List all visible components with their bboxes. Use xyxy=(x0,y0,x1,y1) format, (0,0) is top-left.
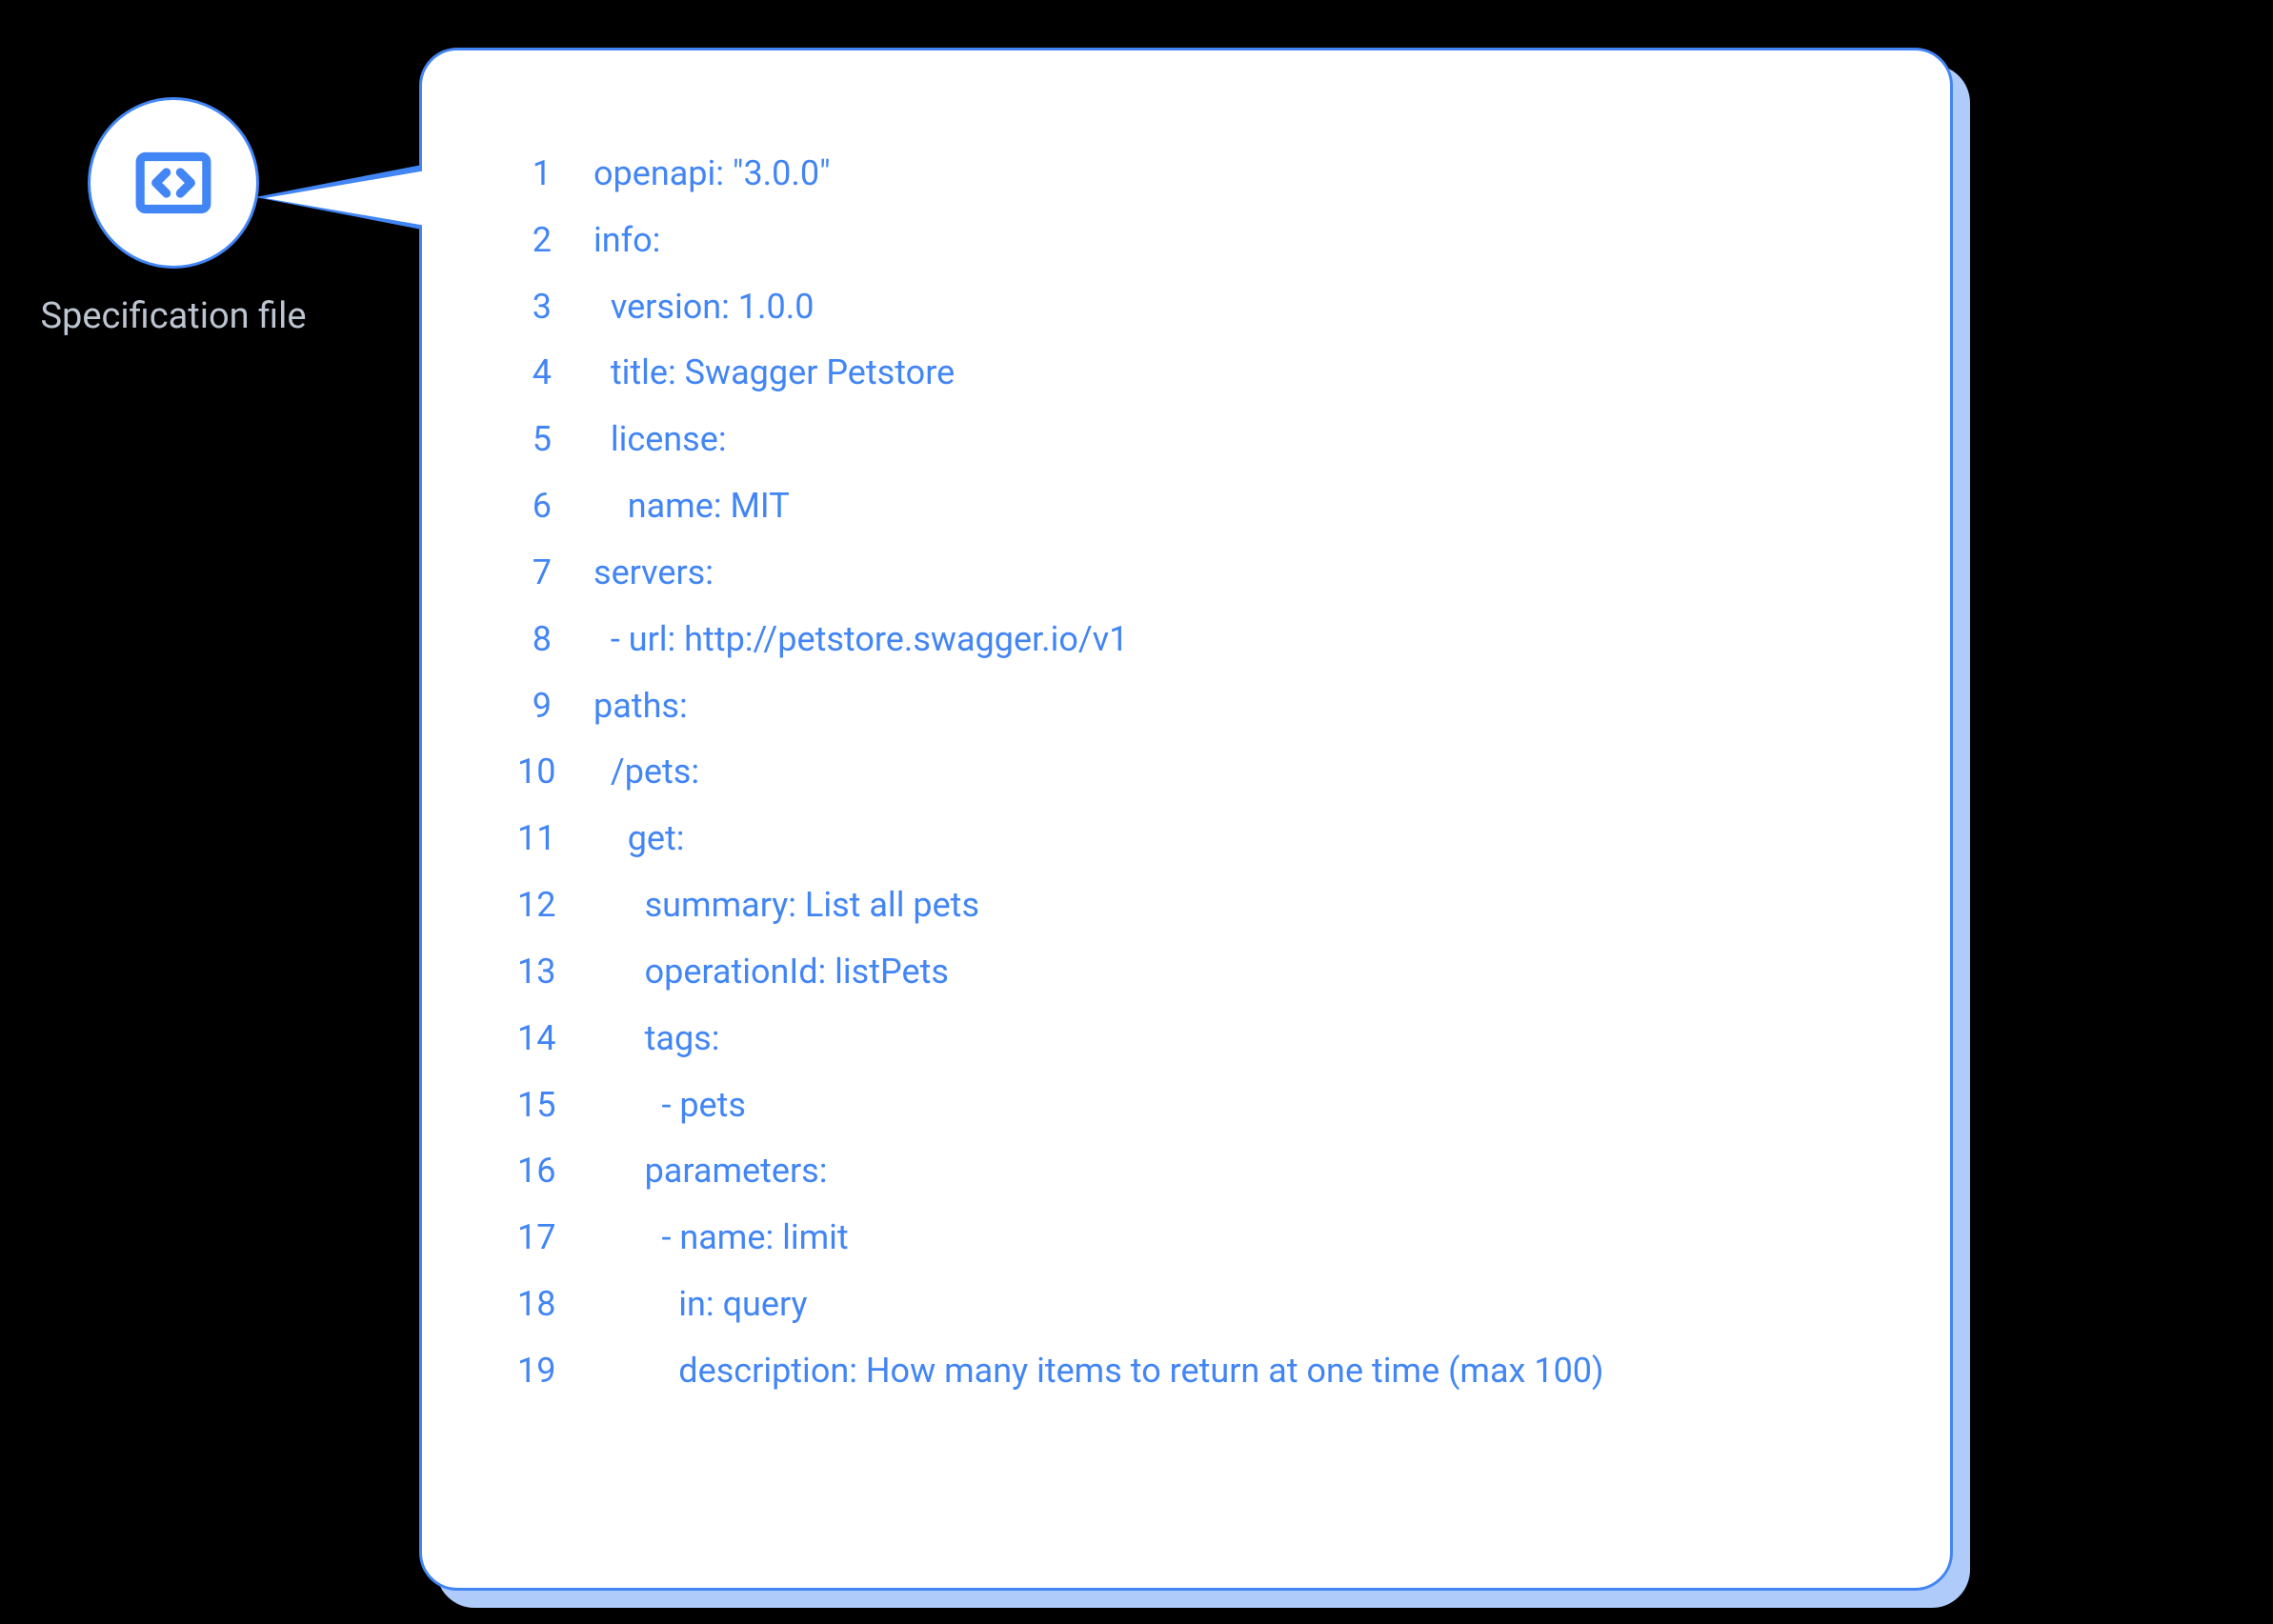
line-text: description: How many items to return at… xyxy=(593,1338,1893,1405)
code-line: 8 - url: http://petstore.swagger.io/v1 xyxy=(517,607,1893,673)
line-number: 15 xyxy=(517,1073,593,1139)
line-number: 5 xyxy=(517,407,593,473)
line-number: 10 xyxy=(517,739,593,806)
line-number: 11 xyxy=(517,806,593,872)
code-line: 2info: xyxy=(517,208,1893,274)
line-text: operationId: listPets xyxy=(593,939,1893,1006)
line-number: 1 xyxy=(517,141,593,208)
code-line: 3 version: 1.0.0 xyxy=(517,274,1893,341)
code-panel: 1openapi: "3.0.0"2info:3 version: 1.0.04… xyxy=(419,48,1953,1591)
line-text: - url: http://petstore.swagger.io/v1 xyxy=(593,607,1893,673)
code-line: 17 - name: limit xyxy=(517,1205,1893,1272)
line-number: 2 xyxy=(517,208,593,274)
line-text: - pets xyxy=(593,1073,1893,1139)
line-text: servers: xyxy=(593,540,1893,607)
code-line: 10 /pets: xyxy=(517,739,1893,806)
line-text: name: MIT xyxy=(593,473,1893,540)
spec-file-icon-badge xyxy=(88,97,259,269)
line-text: /pets: xyxy=(593,739,1893,806)
line-text: tags: xyxy=(593,1006,1893,1073)
line-number: 16 xyxy=(517,1138,593,1205)
line-number: 19 xyxy=(517,1338,593,1405)
code-line: 6 name: MIT xyxy=(517,473,1893,540)
code-line: 11 get: xyxy=(517,806,1893,872)
code-line: 18 in: query xyxy=(517,1272,1893,1338)
line-number: 6 xyxy=(517,473,593,540)
code-line: 14 tags: xyxy=(517,1006,1893,1073)
code-line: 12 summary: List all pets xyxy=(517,872,1893,939)
line-number: 14 xyxy=(517,1006,593,1073)
line-number: 9 xyxy=(517,673,593,740)
line-number: 12 xyxy=(517,872,593,939)
line-text: summary: List all pets xyxy=(593,872,1893,939)
line-text: title: Swagger Petstore xyxy=(593,340,1893,407)
code-line: 16 parameters: xyxy=(517,1138,1893,1205)
code-listing: 1openapi: "3.0.0"2info:3 version: 1.0.04… xyxy=(517,141,1893,1405)
code-line: 9paths: xyxy=(517,673,1893,740)
code-line: 1openapi: "3.0.0" xyxy=(517,141,1893,208)
line-number: 3 xyxy=(517,274,593,341)
line-text: openapi: "3.0.0" xyxy=(593,141,1893,208)
line-number: 17 xyxy=(517,1205,593,1272)
line-text: parameters: xyxy=(593,1138,1893,1205)
code-line: 19 description: How many items to return… xyxy=(517,1338,1893,1405)
line-number: 18 xyxy=(517,1272,593,1338)
spec-file-label: Specification file xyxy=(19,295,328,337)
line-number: 4 xyxy=(517,340,593,407)
line-number: 8 xyxy=(517,607,593,673)
code-line: 7servers: xyxy=(517,540,1893,607)
code-line: 4 title: Swagger Petstore xyxy=(517,340,1893,407)
line-text: - name: limit xyxy=(593,1205,1893,1272)
code-line: 13 operationId: listPets xyxy=(517,939,1893,1006)
line-text: info: xyxy=(593,208,1893,274)
line-text: license: xyxy=(593,407,1893,473)
line-text: get: xyxy=(593,806,1893,872)
line-number: 7 xyxy=(517,540,593,607)
code-line: 5 license: xyxy=(517,407,1893,473)
code-brackets-icon xyxy=(131,141,215,225)
line-text: paths: xyxy=(593,673,1893,740)
code-line: 15 - pets xyxy=(517,1073,1893,1139)
line-text: version: 1.0.0 xyxy=(593,274,1893,341)
line-number: 13 xyxy=(517,939,593,1006)
line-text: in: query xyxy=(593,1272,1893,1338)
speech-bubble-tail-fill xyxy=(265,170,432,227)
